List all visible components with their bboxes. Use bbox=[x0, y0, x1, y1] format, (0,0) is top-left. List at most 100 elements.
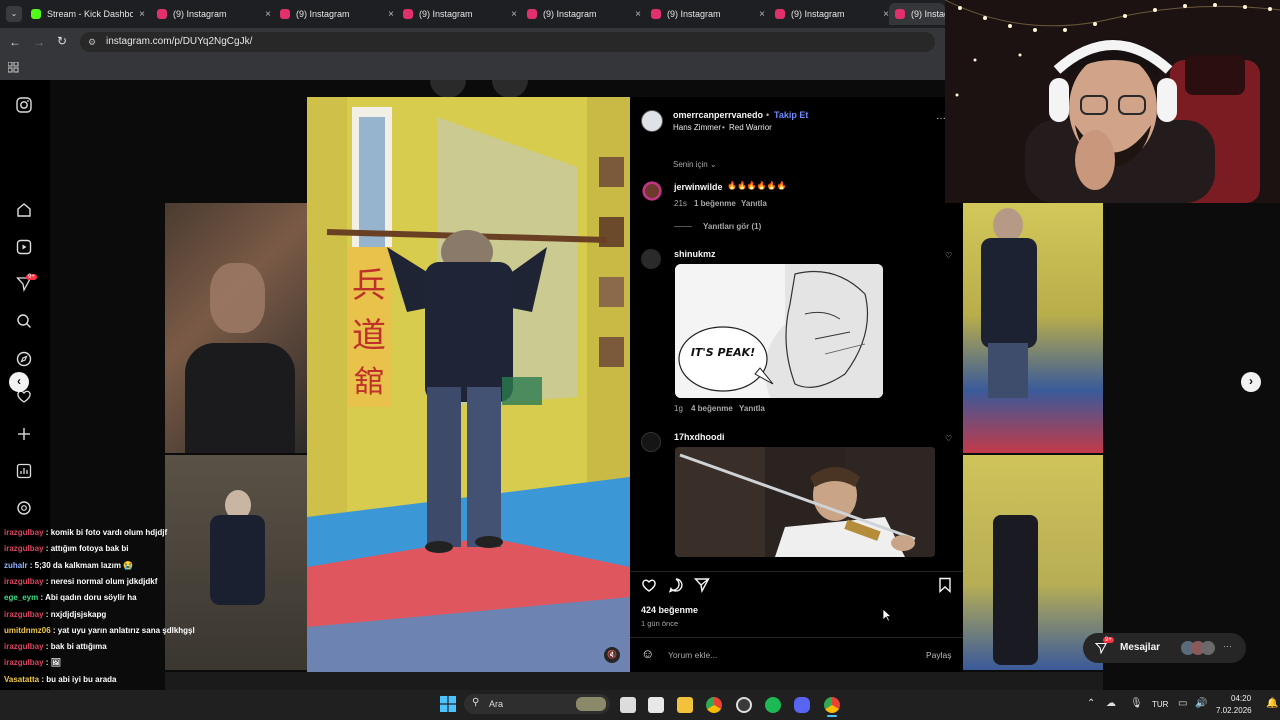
language-indicator[interactable]: TUR bbox=[1152, 700, 1168, 709]
search-icon[interactable] bbox=[16, 313, 32, 329]
forward-icon[interactable]: → bbox=[33, 35, 45, 49]
author-username[interactable]: omerrcanperrvanedo bbox=[673, 110, 763, 120]
browser-tab[interactable]: (9) Instagram × bbox=[151, 3, 273, 25]
post-comment-button[interactable]: Paylaş bbox=[926, 650, 952, 660]
browser-tab[interactable]: (9) Instagram × bbox=[645, 3, 767, 25]
comment-image[interactable] bbox=[675, 447, 935, 557]
comment-like-heart-icon[interactable]: ♡ bbox=[945, 434, 952, 443]
webcam-overlay bbox=[945, 0, 1280, 203]
explore-icon[interactable] bbox=[16, 351, 32, 367]
onedrive-icon[interactable]: ☁ bbox=[1106, 698, 1116, 709]
instagram-icon bbox=[157, 9, 167, 19]
audio-track[interactable]: Red Warrior bbox=[729, 123, 772, 132]
create-icon[interactable] bbox=[16, 426, 32, 442]
chat-text: attığım fotoya bak bi bbox=[50, 544, 129, 554]
chat-text: 5;30 da kalkmam lazım 😭 bbox=[34, 560, 134, 570]
grid-thumbnail[interactable] bbox=[165, 203, 307, 453]
chat-username: umitdnmz06 bbox=[4, 625, 51, 635]
close-tab-icon[interactable]: × bbox=[386, 9, 396, 20]
chat-username: irazgulbay bbox=[4, 528, 44, 537]
reels-icon[interactable] bbox=[16, 239, 32, 255]
address-bar[interactable]: ⚙ instagram.com/p/DUYq2NgCgJk/ bbox=[80, 32, 935, 52]
close-tab-icon[interactable]: × bbox=[137, 9, 147, 20]
comment-likes[interactable]: 1 beğenme bbox=[694, 199, 736, 208]
comment-icon[interactable] bbox=[668, 577, 684, 593]
file-explorer-icon[interactable] bbox=[677, 697, 693, 713]
back-icon[interactable]: ← bbox=[9, 35, 21, 49]
dashboard-icon[interactable] bbox=[16, 463, 32, 479]
browser-tab[interactable]: (9) Instagram × bbox=[521, 3, 643, 25]
bookmarks-bar bbox=[0, 56, 945, 80]
chrome-profile-icon[interactable] bbox=[824, 697, 840, 713]
close-tab-icon[interactable]: × bbox=[757, 9, 767, 20]
active-app-indicator bbox=[827, 715, 837, 717]
windows-start-icon[interactable] bbox=[440, 696, 456, 712]
sort-dropdown[interactable]: Senin için ⌄ bbox=[673, 160, 717, 169]
comment-likes[interactable]: 4 beğenme bbox=[691, 404, 733, 413]
volume-icon[interactable]: 🔊 bbox=[1195, 698, 1207, 709]
obs-icon[interactable] bbox=[736, 697, 752, 713]
messages-widget[interactable]: 9+ Mesajlar ··· bbox=[1083, 633, 1246, 663]
chrome-icon[interactable] bbox=[706, 697, 722, 713]
avatar bbox=[1201, 641, 1215, 655]
browser-tab[interactable]: (9) Instagram × bbox=[769, 3, 891, 25]
tab-list-button[interactable]: ⌄ bbox=[6, 6, 22, 22]
close-tab-icon[interactable]: × bbox=[263, 9, 273, 20]
previous-post-button[interactable]: ‹ bbox=[9, 372, 29, 392]
messages-badge: 9+ bbox=[1103, 637, 1114, 643]
network-icon[interactable]: ▭ bbox=[1178, 698, 1187, 709]
chat-text: bu abi iyi bu arada bbox=[46, 674, 117, 684]
comment-avatar[interactable] bbox=[641, 249, 661, 269]
home-icon[interactable] bbox=[16, 202, 32, 218]
browser-tab[interactable]: (9) Instag bbox=[889, 3, 945, 25]
apps-grid-icon[interactable] bbox=[7, 60, 19, 73]
next-post-button[interactable]: › bbox=[1241, 372, 1261, 392]
comment-username[interactable]: 17hxdhoodi bbox=[674, 432, 725, 442]
comment-avatar[interactable] bbox=[641, 432, 661, 452]
comment-image[interactable]: IT'S PEAK! bbox=[675, 264, 883, 398]
microphone-icon[interactable]: 🎙 bbox=[1130, 698, 1143, 709]
grid-thumbnail[interactable] bbox=[963, 203, 1103, 453]
audio-artist[interactable]: Hans Zimmer bbox=[673, 123, 721, 132]
post-video[interactable]: 兵 道 舘 🔇 bbox=[307, 97, 630, 672]
clock-date[interactable]: 7.02.2026 bbox=[1216, 706, 1252, 715]
browser-tab[interactable]: (9) Instagram × bbox=[274, 3, 396, 25]
video-frame: 兵 道 舘 bbox=[307, 97, 630, 672]
comment-avatar[interactable] bbox=[640, 179, 664, 203]
share-icon[interactable] bbox=[694, 577, 710, 593]
tray-chevron-icon[interactable]: ⌃ bbox=[1087, 698, 1095, 709]
reload-icon[interactable]: ↻ bbox=[57, 34, 67, 48]
clock-time[interactable]: 04:20 bbox=[1231, 694, 1251, 703]
comment-username[interactable]: shinukmz bbox=[674, 249, 716, 259]
grid-thumbnail[interactable] bbox=[165, 455, 307, 670]
threads-icon[interactable] bbox=[16, 500, 32, 516]
comment-username[interactable]: jerwinwilde bbox=[674, 182, 723, 192]
instagram-logo-icon[interactable] bbox=[16, 97, 32, 113]
discord-icon[interactable] bbox=[794, 697, 810, 713]
view-replies-button[interactable]: Yanıtları gör (1) bbox=[703, 222, 761, 231]
author-avatar[interactable] bbox=[641, 110, 663, 132]
save-bookmark-icon[interactable] bbox=[938, 577, 952, 593]
comment-like-heart-icon[interactable]: ♡ bbox=[945, 251, 952, 260]
chat-message: ege_eym : Abi qadın doru söylir ha bbox=[4, 593, 137, 602]
svg-text:兵: 兵 bbox=[352, 266, 386, 306]
close-tab-icon[interactable]: × bbox=[633, 9, 643, 20]
browser-tab[interactable]: Stream - Kick Dashbo × bbox=[25, 3, 147, 25]
site-info-icon[interactable]: ⚙ bbox=[88, 32, 96, 52]
grid-thumbnail[interactable] bbox=[963, 455, 1103, 670]
spotify-icon[interactable] bbox=[765, 697, 781, 713]
store-icon[interactable] bbox=[648, 697, 664, 713]
follow-button[interactable]: Takip Et bbox=[774, 110, 808, 120]
notifications-icon[interactable]: 🔔 bbox=[1266, 698, 1278, 709]
browser-tab[interactable]: (9) Instagram × bbox=[397, 3, 519, 25]
reply-button[interactable]: Yanıtla bbox=[739, 404, 765, 413]
emoji-icon[interactable]: ☺ bbox=[641, 646, 654, 661]
taskbar-search[interactable]: ⚲ Ara bbox=[464, 694, 610, 714]
comment-input[interactable]: Yorum ekle... bbox=[668, 650, 717, 660]
mute-toggle-icon[interactable]: 🔇 bbox=[604, 647, 620, 663]
task-view-icon[interactable] bbox=[620, 697, 636, 713]
like-icon[interactable] bbox=[641, 577, 657, 593]
close-tab-icon[interactable]: × bbox=[509, 9, 519, 20]
reply-button[interactable]: Yanıtla bbox=[741, 199, 767, 208]
likes-count[interactable]: 424 beğenme bbox=[641, 605, 698, 615]
